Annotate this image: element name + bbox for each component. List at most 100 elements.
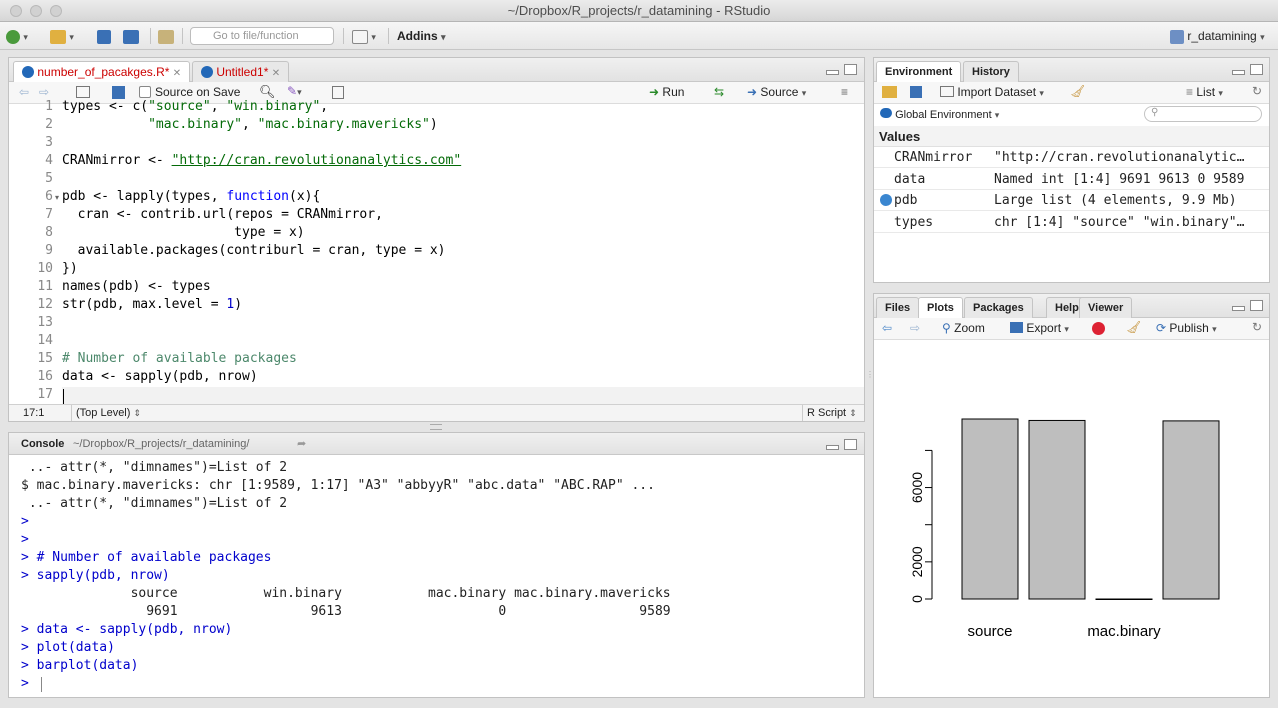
- close-tab-icon[interactable]: ✕: [272, 68, 280, 79]
- bar-mac.binary: [1095, 598, 1153, 600]
- save-icon[interactable]: [112, 86, 125, 99]
- export-menu[interactable]: Export ▾: [1010, 321, 1069, 335]
- environment-row[interactable]: types chr [1:4] "source" "win.binary"…: [874, 212, 1269, 233]
- window-titlebar: ~/Dropbox/R_projects/r_datamining - RStu…: [0, 0, 1278, 22]
- file-type-menu[interactable]: R Script ⇕: [802, 405, 857, 421]
- tab-number-of-packages[interactable]: number_of_pacakges.R* ✕: [13, 61, 191, 82]
- variable-value: Named int [1:4] 9691 9613 0 9589: [994, 171, 1245, 187]
- load-workspace-icon[interactable]: [882, 86, 897, 98]
- rerun-icon[interactable]: ⇆: [714, 85, 724, 99]
- compile-report-icon[interactable]: [332, 86, 344, 99]
- publish-icon: ⟳: [1156, 321, 1167, 335]
- bar-mac.binary.mavericks: [1162, 420, 1220, 600]
- minimize-pane-button[interactable]: [1232, 306, 1245, 311]
- environment-row[interactable]: CRANmirror "http://cran.revolutionanalyti…: [874, 147, 1269, 168]
- maximize-pane-button[interactable]: [844, 64, 857, 75]
- horizontal-splitter[interactable]: [430, 424, 442, 430]
- print-button[interactable]: [158, 27, 174, 45]
- code-tools-icon[interactable]: ✎▾: [287, 84, 302, 98]
- r-file-icon: [201, 66, 213, 78]
- console-output[interactable]: ..- attr(*, "dimnames")=List of 2 $ mac.b…: [9, 455, 864, 697]
- refresh-icon[interactable]: ↻: [1252, 320, 1262, 334]
- environment-toolbar: Import Dataset ▾ 🧹︎ ≡ List ▾ ↻: [874, 82, 1269, 104]
- toolbar-separator: [150, 28, 151, 44]
- run-button[interactable]: ➜ Run: [649, 85, 684, 99]
- plots-toolbar: ⇦ ⇨ ⚲ Zoom Export ▾ 🧹︎ ⟳ Publish ▾ ↻: [874, 318, 1269, 340]
- environment-search-input[interactable]: ⚲: [1144, 106, 1262, 122]
- tab-packages[interactable]: Packages: [964, 297, 1033, 318]
- zoom-button[interactable]: ⚲ Zoom: [942, 321, 985, 335]
- environment-row[interactable]: data Named int [1:4] 9691 9613 0 9589: [874, 169, 1269, 190]
- clear-workspace-icon[interactable]: 🧹︎: [1070, 84, 1085, 98]
- console-line: >: [21, 514, 29, 529]
- new-file-icon: [6, 29, 20, 44]
- maximize-pane-button[interactable]: [1250, 300, 1263, 311]
- minimize-window-button[interactable]: [30, 5, 42, 17]
- tab-untitled1[interactable]: Untitled1* ✕: [192, 61, 290, 82]
- code-line: data <- sapply(pdb, nrow): [62, 369, 258, 384]
- save-workspace-icon[interactable]: [910, 86, 922, 98]
- remove-plot-icon[interactable]: [1092, 322, 1105, 335]
- close-window-button[interactable]: [10, 5, 22, 17]
- source-on-save-checkbox[interactable]: [139, 86, 151, 98]
- open-project-button[interactable]: ▾: [50, 27, 74, 45]
- next-plot-icon[interactable]: ⇨: [910, 321, 920, 335]
- go-to-directory-icon[interactable]: ➦: [297, 433, 306, 455]
- vertical-splitter[interactable]: ⋮: [866, 370, 874, 382]
- maximize-pane-button[interactable]: [1250, 64, 1263, 75]
- code-area[interactable]: 1 2 3 4 5 6 ▾ 7 8 9 10 11 12 13 14 15 16 17 types <- c("s…: [9, 99, 864, 405]
- y-tick-label: 0: [909, 595, 925, 603]
- fold-arrow-icon[interactable]: ▾: [55, 189, 59, 207]
- console-line: 9691 9613 0 9589: [21, 604, 671, 619]
- minimize-pane-button[interactable]: [826, 445, 839, 450]
- minimize-pane-button[interactable]: [1232, 70, 1245, 75]
- source-button[interactable]: ➜ Source ▾: [747, 85, 806, 99]
- save-all-button[interactable]: [123, 27, 139, 45]
- line-number: 16: [37, 369, 53, 384]
- minimize-pane-button[interactable]: [826, 70, 839, 75]
- environment-tabstrip: Environment History: [874, 58, 1269, 82]
- show-in-window-icon[interactable]: [76, 86, 90, 98]
- environment-scope-menu[interactable]: Global Environment ▾: [880, 108, 999, 121]
- back-arrow-icon[interactable]: ⇦: [19, 85, 29, 99]
- toolbar-separator: [388, 28, 389, 44]
- maximize-pane-button[interactable]: [844, 439, 857, 450]
- workspace-panes-button[interactable]: ▾: [352, 27, 376, 45]
- line-number: 1: [45, 99, 53, 114]
- previous-plot-icon[interactable]: ⇦: [882, 321, 892, 335]
- clear-plots-icon[interactable]: 🧹︎: [1126, 320, 1141, 334]
- zoom-window-button[interactable]: [50, 5, 62, 17]
- tab-environment[interactable]: Environment: [876, 61, 962, 82]
- environment-row[interactable]: pdb Large list (4 elements, 9.9 Mb): [874, 190, 1269, 211]
- publish-menu[interactable]: ⟳ Publish ▾: [1156, 321, 1217, 335]
- line-number: 9: [45, 243, 53, 258]
- line-number: 5: [45, 171, 53, 186]
- tab-plots[interactable]: Plots: [918, 297, 963, 318]
- view-mode-menu[interactable]: ≡ List ▾: [1186, 85, 1223, 99]
- plots-pane: Files Plots Packages Help Viewer ⇦ ⇨ ⚲ Z…: [873, 293, 1270, 698]
- console-path: ~/Dropbox/R_projects/r_datamining/: [73, 438, 250, 450]
- x-tick-label: mac.binary: [1087, 623, 1161, 640]
- goto-file-input[interactable]: Go to file/function: [190, 27, 334, 45]
- refresh-icon[interactable]: ↻: [1252, 84, 1262, 98]
- tab-viewer[interactable]: Viewer: [1079, 297, 1133, 318]
- document-outline-icon[interactable]: ≡: [841, 85, 848, 99]
- code-line: available.packages(contriburl = cran, ty…: [62, 243, 446, 258]
- y-tick-label: 2000: [909, 546, 925, 577]
- files-tabstrip: Files Plots Packages Help Viewer: [874, 294, 1269, 318]
- new-file-button[interactable]: ▾: [6, 27, 28, 45]
- search-icon[interactable]: 🔍︎: [259, 84, 276, 100]
- import-dataset-button[interactable]: Import Dataset ▾: [940, 85, 1044, 99]
- project-menu[interactable]: r_datamining ▾: [1170, 27, 1265, 45]
- save-button[interactable]: [97, 27, 111, 45]
- forward-arrow-icon[interactable]: ⇨: [39, 85, 49, 99]
- close-tab-icon[interactable]: ✕: [173, 68, 181, 79]
- scope-menu[interactable]: (Top Level) ⇕: [71, 405, 141, 421]
- addins-menu[interactable]: Addins ▾: [397, 27, 446, 45]
- tab-files[interactable]: Files: [876, 297, 920, 318]
- expand-icon[interactable]: [880, 194, 892, 206]
- tab-history[interactable]: History: [963, 61, 1019, 82]
- code-line: # Number of available packages: [62, 351, 297, 366]
- code-line: str(pdb, max.level = 1): [62, 297, 243, 312]
- console-line: ..- attr(*, "dimnames")=List of 2: [21, 460, 288, 475]
